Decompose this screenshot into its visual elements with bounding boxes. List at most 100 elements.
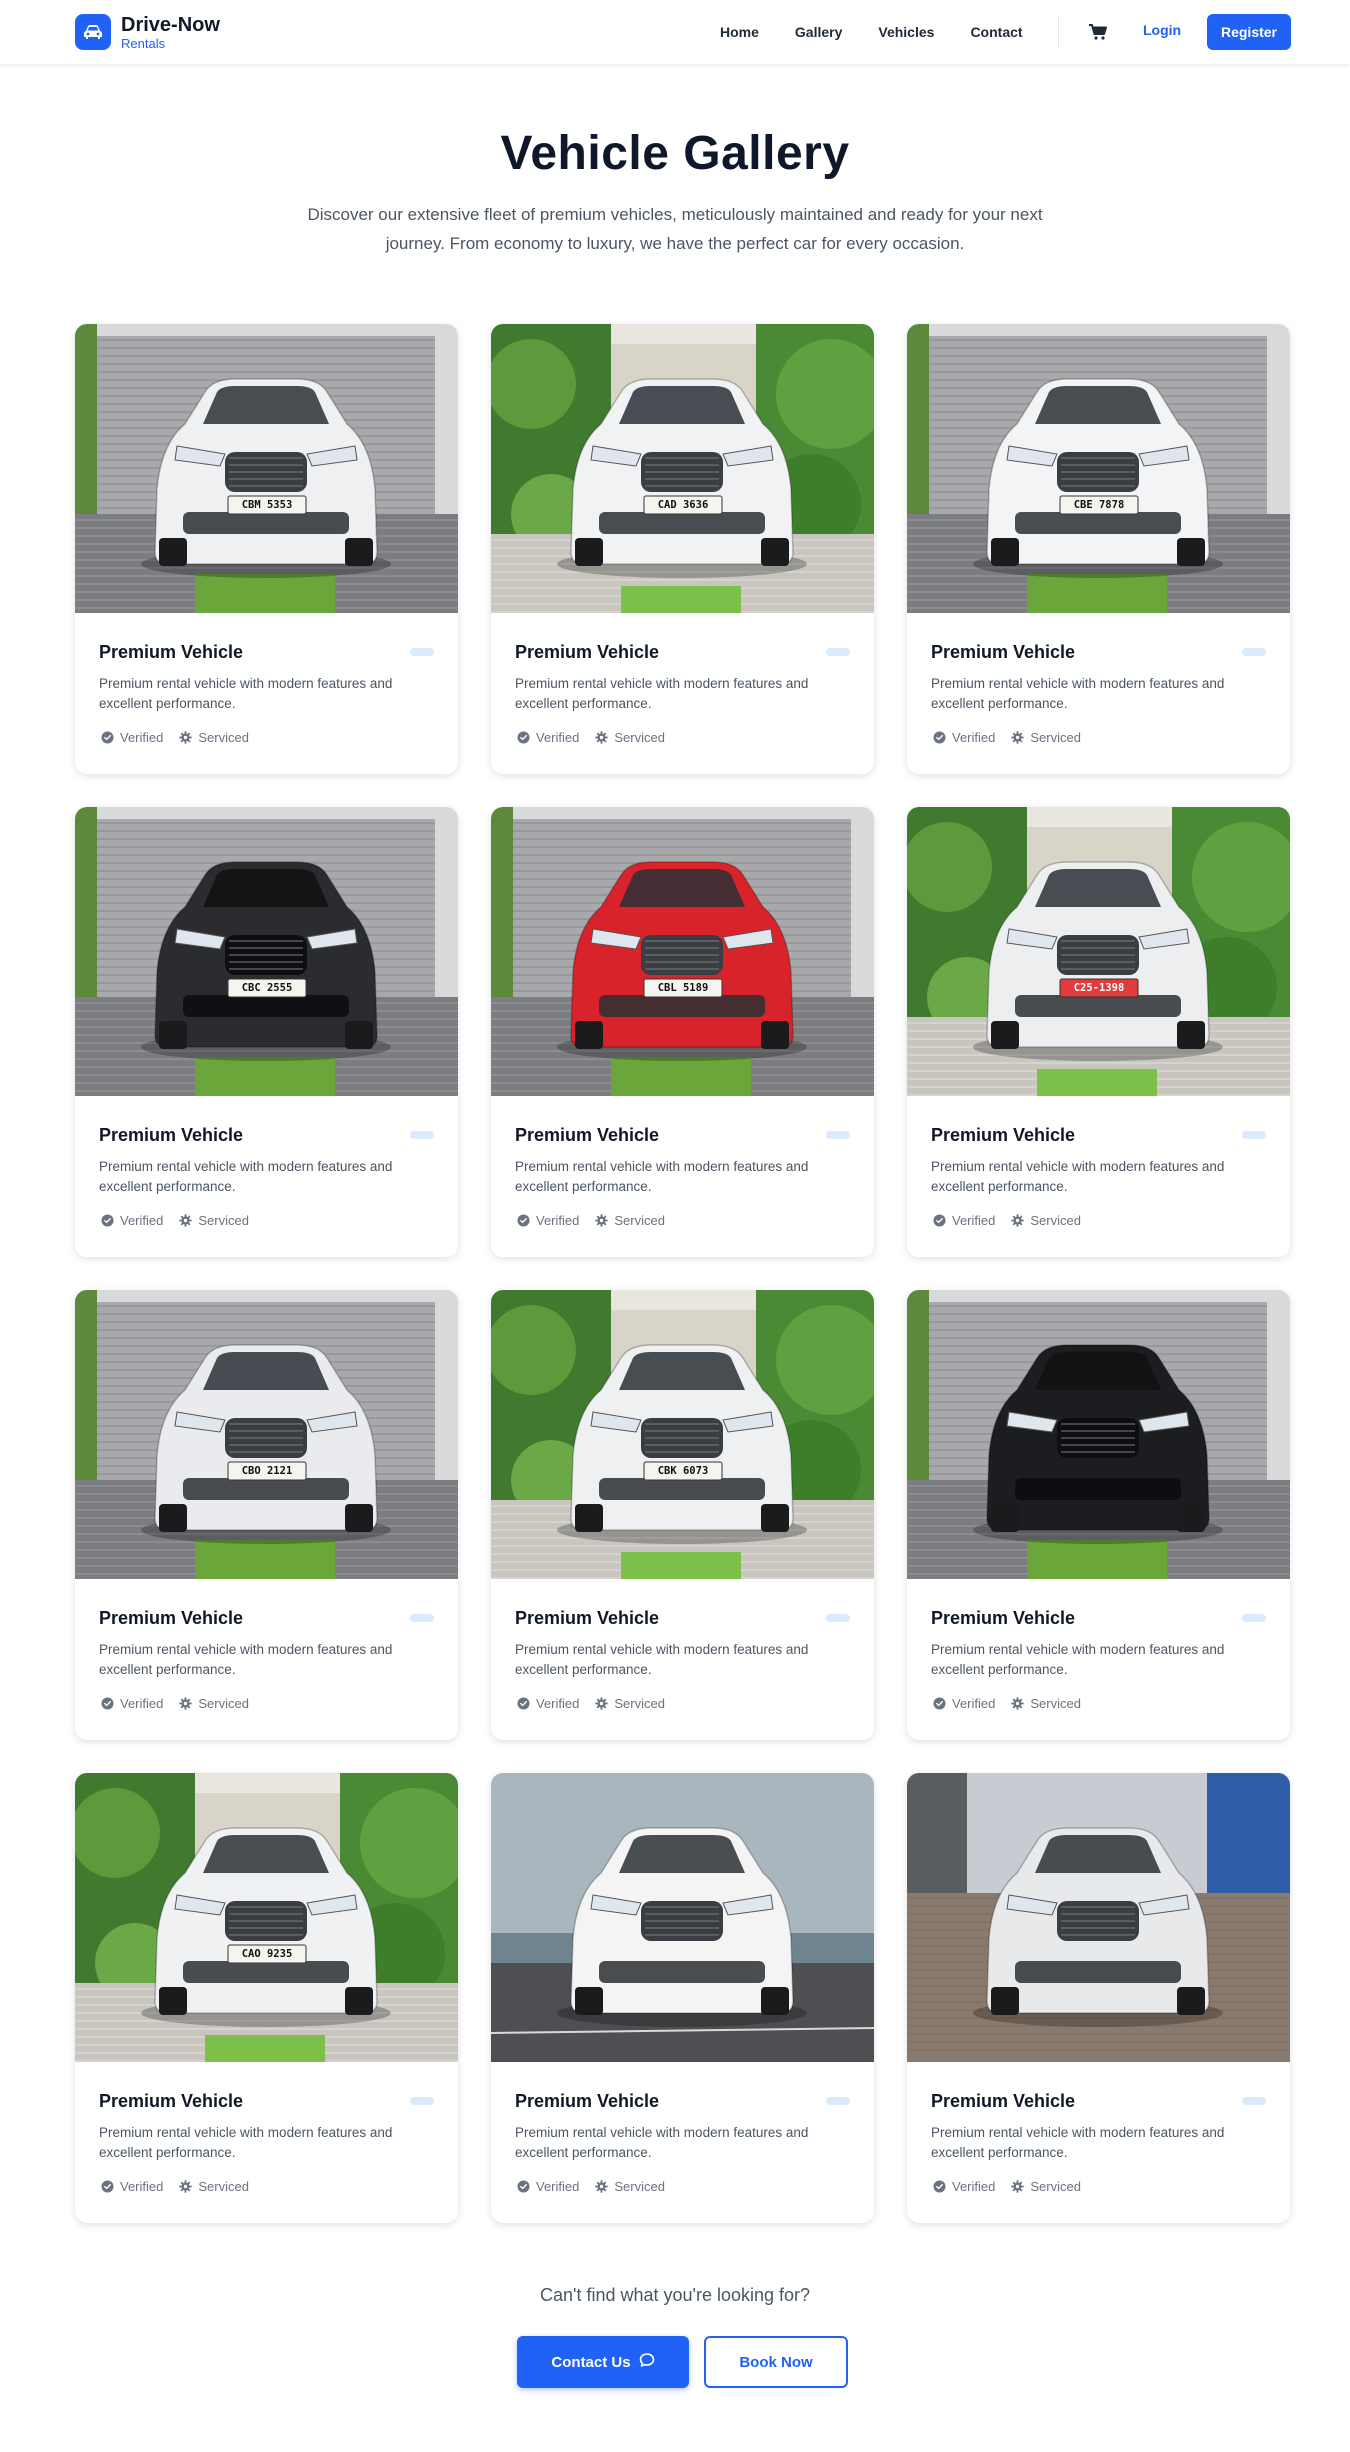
vehicle-badges: Verified Serviced — [101, 1213, 249, 1228]
gear-icon — [1011, 1214, 1025, 1227]
card-body: Premium Vehicle Premium rental vehicle wi… — [907, 2062, 1290, 2223]
vehicle-photo[interactable]: CBC 2555 — [75, 807, 458, 1096]
verified-badge: Verified — [101, 730, 163, 745]
license-plate-text: CBE 7878 — [1073, 499, 1125, 511]
vehicle-card[interactable]: CAD 3636 Premium Vehicle Premium rental ve… — [491, 324, 874, 774]
contact-us-button[interactable]: Contact Us — [517, 2336, 689, 2388]
check-circle-icon — [101, 731, 114, 744]
check-circle-icon — [101, 1214, 114, 1227]
serviced-badge: Serviced — [1011, 730, 1081, 745]
vehicle-badges: Verified Serviced — [101, 1696, 249, 1711]
status-pill — [826, 1614, 850, 1622]
vehicle-photo[interactable]: CBE 7878 — [907, 324, 1290, 613]
serviced-label: Serviced — [614, 2179, 665, 2194]
gear-icon — [595, 731, 609, 744]
vehicle-title: Premium Vehicle — [931, 1125, 1076, 1145]
verified-badge: Verified — [101, 1213, 163, 1228]
status-pill — [826, 1131, 850, 1139]
vehicle-photo[interactable]: CBO 2121 — [75, 1290, 458, 1579]
cart-icon[interactable] — [1088, 22, 1108, 42]
card-body: Premium Vehicle Premium rental vehicle wi… — [491, 2062, 874, 2223]
vehicle-description: Premium rental vehicle with modern featu… — [931, 2125, 1225, 2160]
verified-label: Verified — [120, 1696, 164, 1711]
status-pill — [410, 1131, 434, 1139]
card-body: Premium Vehicle Premium rental vehicle wi… — [491, 1579, 874, 1740]
vehicle-badges: Verified Serviced — [517, 1696, 665, 1711]
status-pill — [1242, 1614, 1266, 1622]
verified-label: Verified — [536, 1696, 580, 1711]
nav-vehicles[interactable]: Vehicles — [878, 24, 934, 40]
vehicle-title: Premium Vehicle — [99, 1125, 244, 1145]
card-body: Premium Vehicle Premium rental vehicle wi… — [75, 613, 458, 774]
check-circle-icon — [933, 1214, 946, 1227]
verified-badge: Verified — [933, 730, 995, 745]
vehicle-card[interactable]: CBE 7878 Premium Vehicle Premium rental ve… — [907, 324, 1290, 774]
serviced-label: Serviced — [1030, 1213, 1081, 1228]
serviced-badge: Serviced — [595, 730, 665, 745]
vehicle-photo[interactable]: CBL 5189 — [491, 807, 874, 1096]
license-plate-text: CBC 2555 — [241, 982, 293, 994]
vehicle-photo[interactable] — [907, 1773, 1290, 2062]
vehicle-photo[interactable]: CBK 6073 — [491, 1290, 874, 1579]
verified-label: Verified — [120, 2179, 164, 2194]
vehicle-card[interactable]: Premium Vehicle Premium rental vehicle wi… — [907, 1290, 1290, 1740]
nav-home[interactable]: Home — [720, 24, 759, 40]
status-pill — [410, 1614, 434, 1622]
vehicle-card[interactable]: CBC 2555 Premium Vehicle Premium rental ve… — [75, 807, 458, 1257]
card-body: Premium Vehicle Premium rental vehicle wi… — [75, 1096, 458, 1257]
vehicle-description: Premium rental vehicle with modern featu… — [99, 1642, 393, 1677]
gear-icon — [595, 1697, 609, 1710]
status-pill — [410, 2097, 434, 2105]
vehicle-photo[interactable]: CAO 9235 — [75, 1773, 458, 2062]
serviced-label: Serviced — [198, 2179, 249, 2194]
license-plate-text: CAD 3636 — [657, 499, 709, 511]
check-circle-icon — [933, 731, 946, 744]
serviced-badge: Serviced — [179, 1696, 249, 1711]
vehicle-card[interactable]: CBO 2121 Premium Vehicle Premium rental ve… — [75, 1290, 458, 1740]
vehicle-card[interactable]: CBK 6073 Premium Vehicle Premium rental ve… — [491, 1290, 874, 1740]
license-plate-text: CBO 2121 — [241, 1465, 293, 1477]
status-pill — [410, 648, 434, 656]
vehicle-photo[interactable]: CBM 5353 — [75, 324, 458, 613]
serviced-label: Serviced — [614, 730, 665, 745]
vehicle-photo[interactable]: CAD 3636 — [491, 324, 874, 613]
license-plate-text: CBL 5189 — [657, 982, 709, 994]
status-pill — [1242, 2097, 1266, 2105]
status-pill — [826, 2097, 850, 2105]
card-body: Premium Vehicle Premium rental vehicle wi… — [907, 613, 1290, 774]
verified-badge: Verified — [933, 2179, 995, 2194]
status-pill — [1242, 1131, 1266, 1139]
vehicle-description: Premium rental vehicle with modern featu… — [99, 2125, 393, 2160]
book-now-button[interactable]: Book Now — [704, 2336, 848, 2388]
serviced-label: Serviced — [614, 1213, 665, 1228]
vehicle-card[interactable]: Premium Vehicle Premium rental vehicle wi… — [907, 1773, 1290, 2223]
serviced-badge: Serviced — [1011, 1696, 1081, 1711]
vehicle-card[interactable]: CAO 9235 Premium Vehicle Premium rental ve… — [75, 1773, 458, 2223]
vehicle-card[interactable]: C25-1398 Premium Vehicle Premium rental ve… — [907, 807, 1290, 1257]
vehicle-photo[interactable] — [491, 1773, 874, 2062]
verified-badge: Verified — [517, 1213, 579, 1228]
vehicle-card[interactable]: CBL 5189 Premium Vehicle Premium rental ve… — [491, 807, 874, 1257]
serviced-badge: Serviced — [595, 1213, 665, 1228]
gear-icon — [595, 1214, 609, 1227]
vehicle-photo[interactable] — [907, 1290, 1290, 1579]
check-circle-icon — [101, 1697, 114, 1710]
vehicle-card[interactable]: Premium Vehicle Premium rental vehicle wi… — [491, 1773, 874, 2223]
verified-label: Verified — [952, 1696, 996, 1711]
vehicle-title: Premium Vehicle — [931, 642, 1076, 662]
serviced-label: Serviced — [198, 1213, 249, 1228]
register-button[interactable]: Register — [1207, 14, 1291, 50]
brand-logo-link[interactable]: Drive-Now Rentals — [75, 14, 220, 50]
verified-label: Verified — [536, 2179, 580, 2194]
serviced-badge: Serviced — [595, 1696, 665, 1711]
gear-icon — [179, 731, 193, 744]
login-link[interactable]: Login — [1143, 22, 1181, 38]
gear-icon — [1011, 1697, 1025, 1710]
vehicle-photo[interactable]: C25-1398 — [907, 807, 1290, 1096]
nav-contact[interactable]: Contact — [970, 24, 1022, 40]
vehicle-badges: Verified Serviced — [101, 730, 249, 745]
nav-gallery[interactable]: Gallery — [795, 24, 842, 40]
cta-text: Can't find what you're looking for? — [539, 2285, 811, 2305]
vehicle-card[interactable]: CBM 5353 Premium Vehicle Premium rental ve… — [75, 324, 458, 774]
contact-us-label: Contact Us — [551, 2353, 631, 2371]
